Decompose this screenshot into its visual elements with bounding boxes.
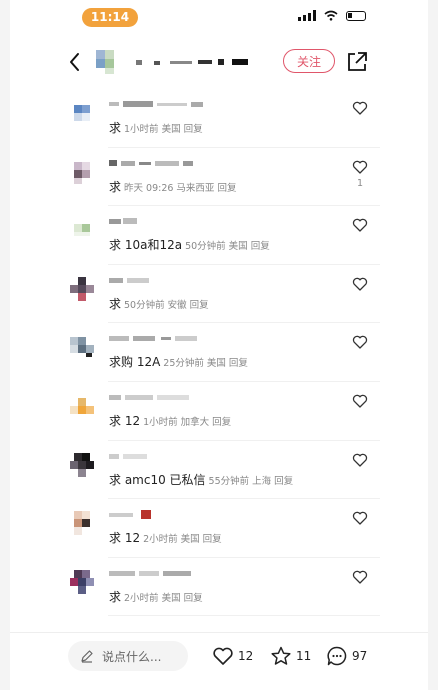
comment-text: 求 bbox=[109, 179, 122, 194]
comment-meta: 1小时前 加拿大 回复 bbox=[143, 416, 232, 428]
comment-text: 求 bbox=[109, 121, 122, 135]
back-icon[interactable] bbox=[65, 50, 85, 74]
pencil-icon bbox=[81, 650, 93, 663]
username-blur bbox=[109, 101, 203, 107]
phone-screen: 11:14 关注 求 1小时前 美国 回复 求 昨天 09:26 马来西亚 回复… bbox=[10, 0, 428, 690]
battery-icon bbox=[346, 10, 366, 21]
comment-line: 求 50分钟前 安徽 回复 bbox=[109, 293, 209, 312]
avatar[interactable] bbox=[68, 99, 96, 127]
list-item[interactable]: 求 12 2小时前 美国 回复 bbox=[10, 499, 428, 558]
comment-text: 求购 12A bbox=[109, 355, 161, 370]
header: 关注 bbox=[10, 40, 428, 84]
list-item[interactable]: 求 12 1小时前 加拿大 回复 bbox=[10, 382, 428, 441]
avatar[interactable] bbox=[68, 158, 96, 186]
username-blur bbox=[109, 394, 189, 400]
username-blur bbox=[109, 453, 147, 459]
heart-icon[interactable] bbox=[352, 217, 368, 233]
comment-text: 求 bbox=[109, 296, 122, 311]
star-icon bbox=[271, 646, 291, 665]
heart-icon[interactable] bbox=[352, 569, 368, 585]
username-blur bbox=[109, 218, 137, 225]
username-blur bbox=[109, 159, 193, 166]
list-item[interactable]: 求 50分钟前 安徽 回复 bbox=[10, 265, 428, 324]
heart-icon[interactable] bbox=[352, 452, 368, 468]
comment-line: 求 2小时前 美国 回复 bbox=[109, 586, 203, 605]
comment-line: 求 12 1小时前 加拿大 回复 bbox=[109, 410, 231, 429]
avatar[interactable] bbox=[92, 48, 124, 76]
like-count: 12 bbox=[238, 649, 254, 663]
comment-list: 求 1小时前 美国 回复 求昨天 09:26 马来西亚 回复 1 求 10a和1… bbox=[10, 89, 428, 617]
heart-icon[interactable] bbox=[352, 276, 368, 292]
comment-line: 求 12 2小时前 美国 回复 bbox=[109, 527, 222, 546]
comment-line: 求昨天 09:26 马来西亚 回复 bbox=[109, 176, 236, 195]
signal-icon bbox=[298, 10, 316, 21]
list-item[interactable]: 求昨天 09:26 马来西亚 回复 1 bbox=[10, 148, 428, 207]
wifi-icon bbox=[324, 10, 338, 21]
comment-input[interactable]: 说点什么... bbox=[68, 641, 188, 671]
avatar[interactable] bbox=[68, 568, 96, 596]
status-icons bbox=[298, 10, 366, 21]
comment-line: 求购 12A 25分钟前 美国 回复 bbox=[109, 351, 248, 370]
list-item[interactable]: 求 amc10 已私信 55分钟前 上海 回复 bbox=[10, 441, 428, 500]
username-blur bbox=[109, 510, 151, 520]
comment-meta: 2小时前 美国 回复 bbox=[143, 534, 222, 546]
comment-line: 求 1小时前 美国 回复 bbox=[109, 117, 203, 136]
heart-icon[interactable] bbox=[352, 159, 368, 175]
comment-meta: 50分钟前 安徽 回复 bbox=[124, 299, 209, 311]
comment-text: 求 12 bbox=[109, 413, 141, 428]
heart-icon[interactable] bbox=[352, 393, 368, 409]
status-time: 11:14 bbox=[82, 8, 138, 27]
comment-text: 求 amc10 已私信 bbox=[109, 472, 206, 487]
comment-meta: 2小时前 美国 回复 bbox=[124, 592, 203, 604]
share-icon[interactable] bbox=[346, 51, 368, 73]
collect-button[interactable]: 11 bbox=[270, 645, 311, 667]
comment-text: 求 12 bbox=[109, 531, 141, 546]
comment-icon bbox=[327, 646, 347, 666]
heart-icon[interactable] bbox=[352, 334, 368, 350]
like-count: 1 bbox=[356, 177, 364, 189]
comment-meta: 25分钟前 美国 回复 bbox=[163, 358, 248, 370]
list-item[interactable]: 求购 12A 25分钟前 美国 回复 bbox=[10, 323, 428, 382]
username-blur bbox=[109, 277, 149, 283]
list-item[interactable]: 求 1小时前 美国 回复 bbox=[10, 89, 428, 148]
comment-text: 求 10a和12a bbox=[109, 238, 183, 253]
status-bar: 11:14 bbox=[10, 0, 428, 34]
avatar[interactable] bbox=[68, 216, 96, 244]
list-item[interactable]: 求 2小时前 美国 回复 bbox=[10, 558, 428, 617]
username-blur bbox=[109, 336, 197, 342]
comment-line: 求 10a和12a 50分钟前 美国 回复 bbox=[109, 234, 270, 253]
username-blur bbox=[109, 570, 191, 576]
list-item[interactable]: 求 10a和12a 50分钟前 美国 回复 bbox=[10, 206, 428, 265]
username-blur bbox=[136, 59, 248, 65]
avatar[interactable] bbox=[68, 509, 96, 537]
comment-meta: 1小时前 美国 回复 bbox=[124, 124, 203, 135]
avatar[interactable] bbox=[68, 275, 96, 303]
comment-input-placeholder: 说点什么... bbox=[102, 649, 162, 664]
comment-meta: 昨天 09:26 马来西亚 回复 bbox=[124, 182, 237, 194]
bottom-bar: 说点什么... 12 11 97 bbox=[10, 632, 428, 690]
comment-button[interactable]: 97 bbox=[326, 645, 367, 667]
comment-meta: 55分钟前 上海 回复 bbox=[208, 475, 294, 487]
heart-icon[interactable] bbox=[352, 510, 368, 526]
like-button[interactable]: 12 bbox=[212, 645, 253, 667]
comment-line: 求 amc10 已私信 55分钟前 上海 回复 bbox=[109, 469, 293, 488]
heart-icon[interactable] bbox=[352, 100, 368, 116]
comment-meta: 50分钟前 美国 回复 bbox=[185, 241, 270, 253]
heart-icon bbox=[213, 647, 233, 665]
comment-text: 求 bbox=[109, 589, 122, 604]
avatar[interactable] bbox=[68, 451, 96, 479]
follow-button[interactable]: 关注 bbox=[283, 49, 335, 73]
collect-count: 11 bbox=[296, 649, 312, 663]
divider bbox=[108, 615, 380, 617]
comment-count: 97 bbox=[352, 649, 368, 663]
avatar[interactable] bbox=[68, 392, 96, 420]
avatar[interactable] bbox=[68, 333, 96, 361]
